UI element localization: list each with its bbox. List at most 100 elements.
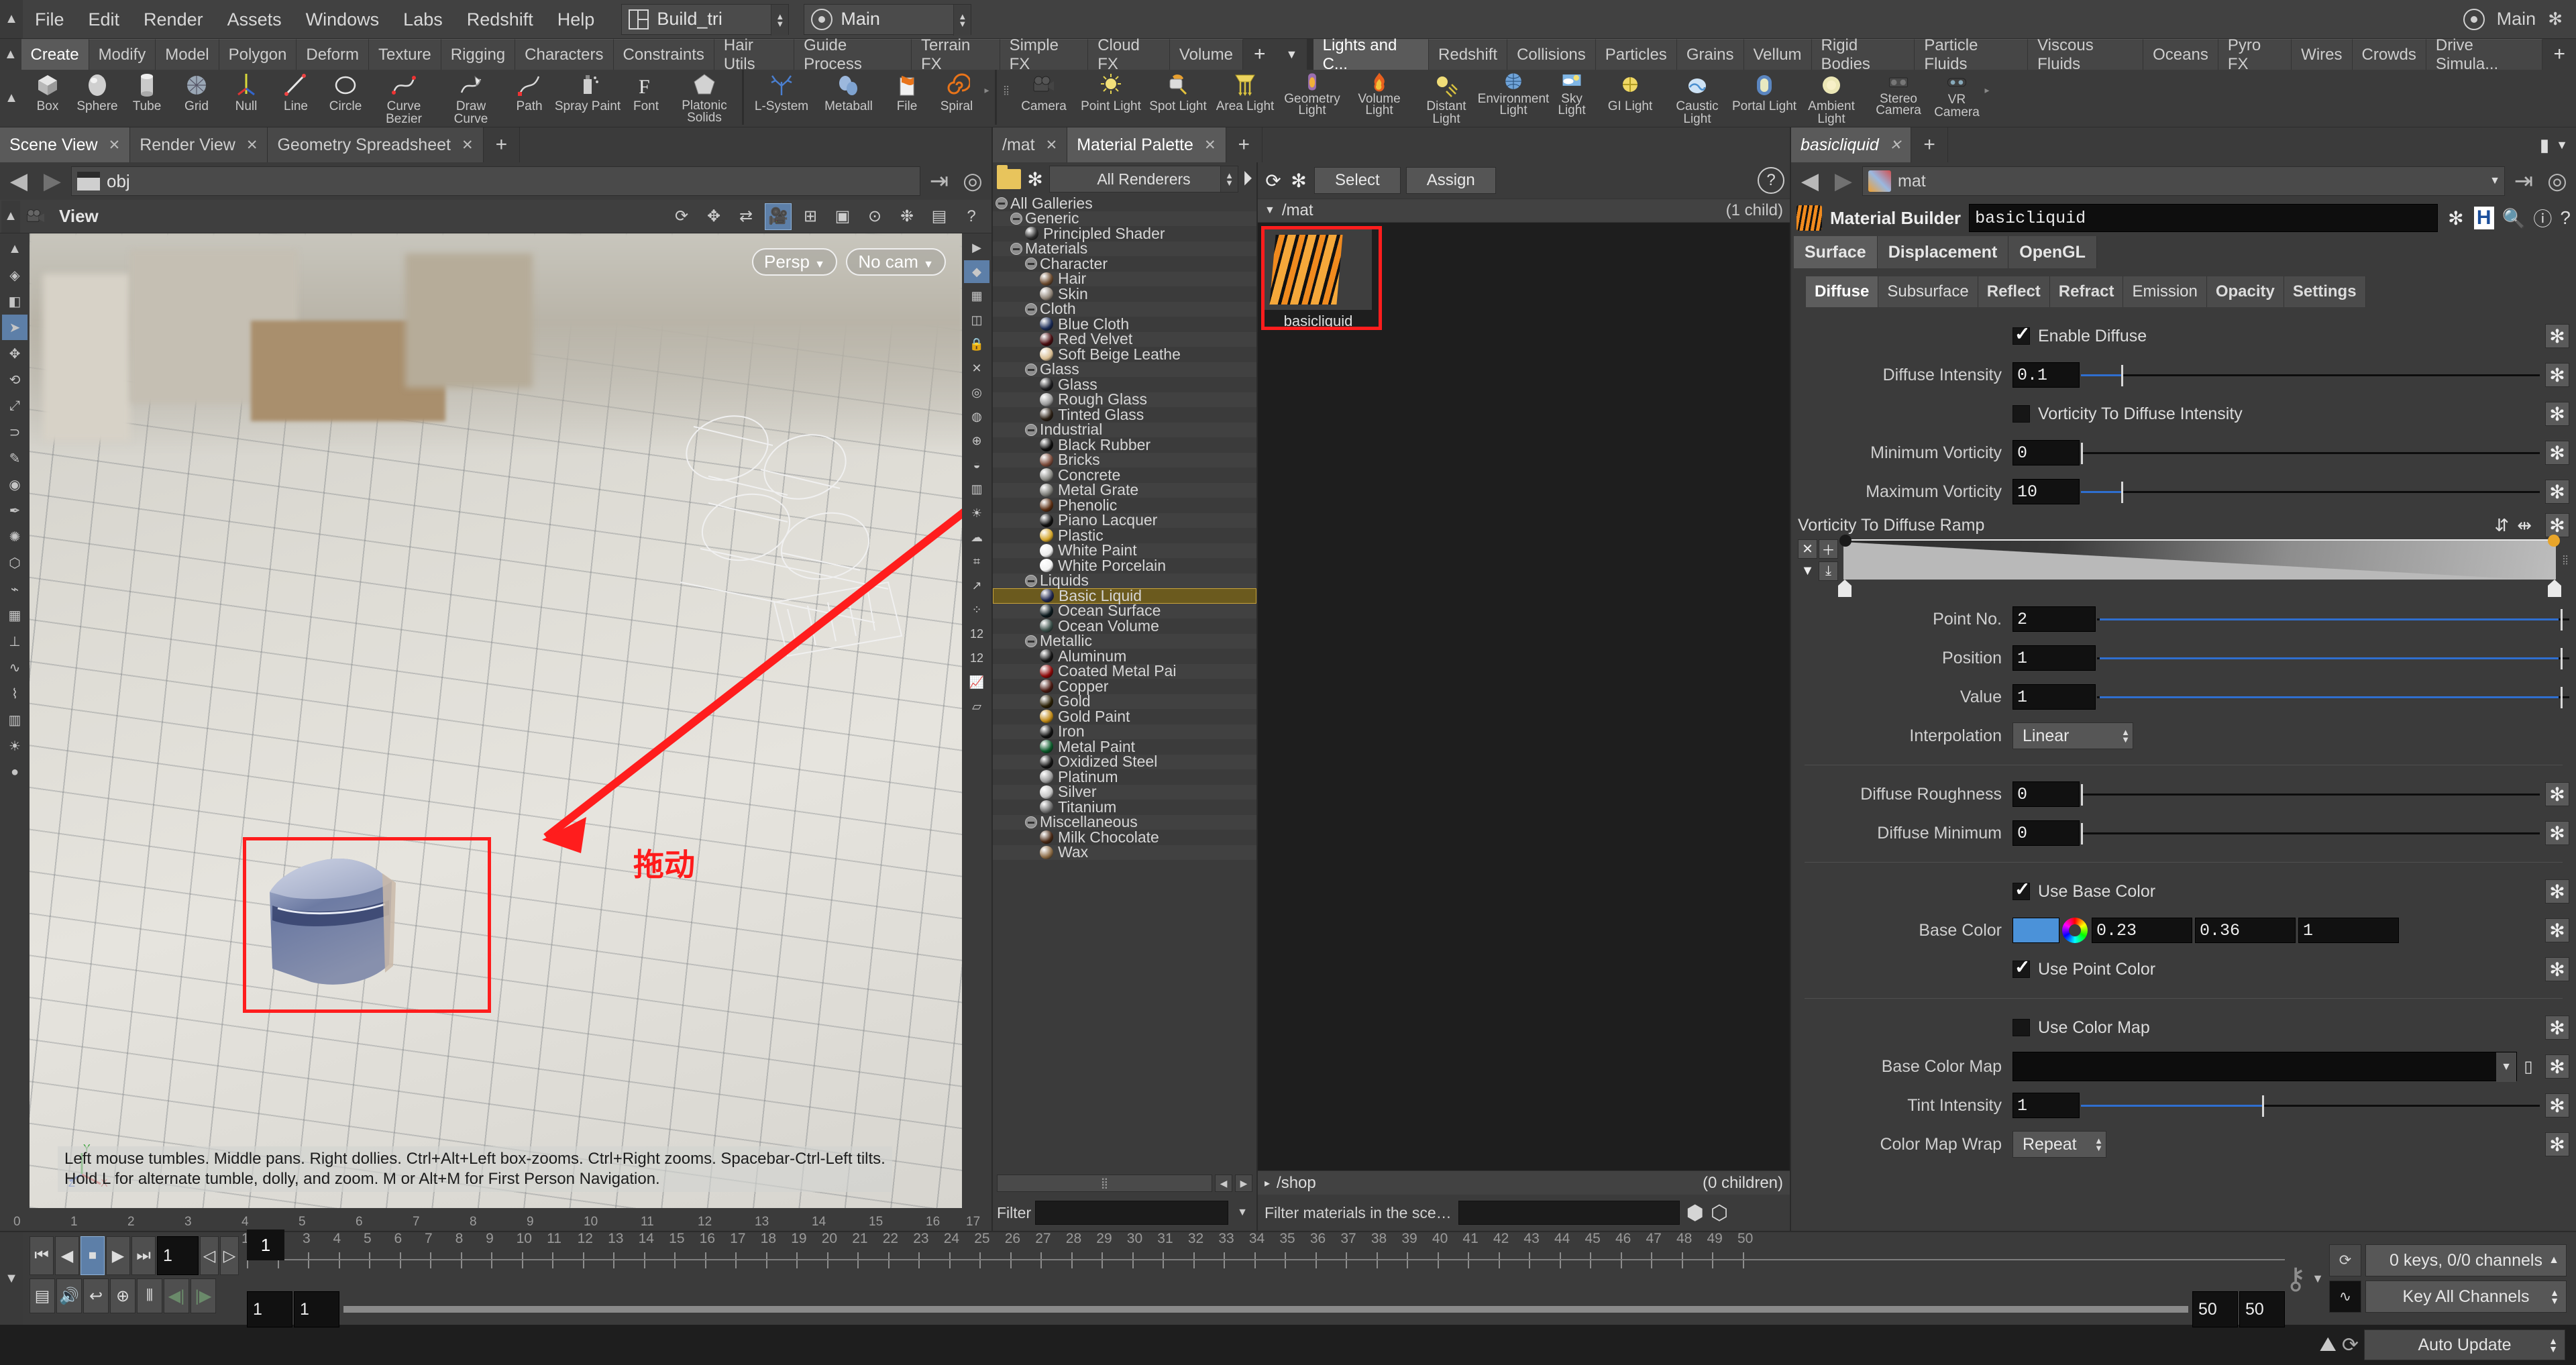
info-icon[interactable]: ⓘ — [2533, 205, 2552, 231]
tree-collapse-icon[interactable] — [1010, 212, 1022, 225]
tool-area-light[interactable]: Area Light — [1212, 70, 1279, 113]
filter-outline-icon[interactable]: ⬡ — [1711, 1201, 1728, 1225]
shelf-tools-collapse-icon[interactable]: ▲ — [0, 70, 23, 126]
tool-l-system[interactable]: L-System — [748, 70, 815, 113]
playbar-collapse-icon[interactable]: ▼ — [0, 1232, 23, 1325]
selection-mask-icon[interactable]: ◎ — [964, 381, 989, 404]
file-browse-icon[interactable]: ▯ — [2517, 1057, 2540, 1077]
param-gear-icon[interactable]: ✻ — [2545, 957, 2569, 981]
enable-diffuse-checkbox[interactable] — [2012, 323, 2030, 345]
gallery-material-row[interactable]: White Paint — [993, 541, 1256, 559]
shelf-tab-cloud-fx[interactable]: Cloud FX — [1088, 36, 1170, 73]
point-no-input[interactable]: 2 — [2012, 606, 2096, 632]
target-parameters-icon[interactable]: ◎ — [2542, 168, 2572, 195]
shelf-tab-polygon[interactable]: Polygon — [219, 39, 297, 70]
viewbar-collapse-icon[interactable]: ▲ — [1, 200, 20, 233]
tab-mat-context[interactable]: /mat ✕ — [993, 127, 1068, 162]
audio-icon[interactable]: 🔊 — [56, 1278, 82, 1313]
param-gear-icon[interactable]: ✻ — [2545, 402, 2569, 426]
use-color-map-checkbox[interactable] — [2012, 1019, 2030, 1036]
channel-list-icon[interactable]: ⟳ — [2329, 1244, 2361, 1276]
shelf-collapse-icon[interactable]: ▲ — [0, 39, 21, 70]
add-pane-tab-icon[interactable]: + — [1226, 127, 1263, 162]
param-gear-icon[interactable]: ✻ — [2545, 480, 2569, 504]
gallery-material-row[interactable]: White Porcelain — [993, 557, 1256, 574]
shelf-tab-guide-process[interactable]: Guide Process — [794, 36, 912, 73]
gallery-category-row[interactable]: Liquids — [993, 571, 1256, 589]
node-gear-icon[interactable]: ✻ — [2446, 208, 2466, 229]
stop-icon[interactable]: ⏹ — [80, 1236, 105, 1275]
edge-tool-icon[interactable]: ⌁ — [2, 576, 28, 602]
tab-surface[interactable]: Surface — [1794, 236, 1878, 268]
tool-camera[interactable]: Camera — [1010, 70, 1077, 113]
refresh-icon[interactable]: ⟳ — [1263, 170, 1283, 191]
gallery-material-row[interactable]: Coated Metal Pai — [993, 662, 1256, 679]
material-thumbnails-area[interactable]: basicliquid — [1258, 223, 1790, 1170]
shelf-tab-collisions[interactable]: Collisions — [1507, 39, 1596, 70]
range-start-icon[interactable]: ◀| — [164, 1278, 189, 1313]
ramp-gradient[interactable] — [1838, 535, 2561, 597]
tool-file[interactable]: File — [882, 70, 932, 113]
shelf-tab-pyro-fx[interactable]: Pyro FX — [2218, 36, 2292, 73]
rotate-tool-icon[interactable]: ⟲ — [2, 367, 28, 392]
shelf-right-overflow-icon[interactable]: ▸ — [1982, 70, 1991, 110]
pane-menu-icon[interactable]: ▼ — [2556, 138, 2568, 152]
tool-caustic-light[interactable]: Caustic Light — [1664, 70, 1731, 125]
tree-collapse-icon[interactable] — [1025, 423, 1037, 436]
current-frame-input[interactable]: 1 — [157, 1236, 199, 1275]
gallery-material-row[interactable]: Iron — [993, 722, 1256, 740]
search-icon[interactable]: 🔍 — [2502, 207, 2526, 229]
display-options-icon[interactable]: ❉ — [894, 203, 920, 230]
fog-display-icon[interactable]: ☁ — [964, 526, 989, 549]
gallery-material-row[interactable]: Basic Liquid — [993, 587, 1256, 604]
timeline-ruler[interactable]: 1234567891011121314151617181920212223242… — [241, 1231, 2285, 1274]
move-tool-icon[interactable]: ✥ — [2, 341, 28, 366]
palette-gear-icon[interactable]: ✻ — [1289, 170, 1309, 191]
tool-font[interactable]: F Font — [621, 70, 671, 113]
add-parameter-tab-icon[interactable]: + — [1911, 127, 1948, 162]
base-color-map-dropdown-icon[interactable]: ▼ — [2496, 1052, 2516, 1082]
shelf-tab-characters[interactable]: Characters — [515, 39, 614, 70]
gallery-material-row[interactable]: Black Rubber — [993, 436, 1256, 453]
gallery-material-row[interactable]: Skin — [993, 285, 1256, 303]
gallery-gear-icon[interactable]: ✻ — [1025, 169, 1045, 190]
vorticity-to-diffuse-intensity-checkbox[interactable] — [2012, 405, 2030, 423]
pane-help-icon[interactable]: ? — [958, 203, 985, 230]
point-no-slider[interactable] — [2097, 606, 2569, 632]
gallery-material-row[interactable]: Soft Beige Leathe — [993, 345, 1256, 363]
sculpt-tool-icon[interactable]: ✺ — [2, 524, 28, 549]
gallery-material-row[interactable]: Gold — [993, 692, 1256, 710]
tool-box[interactable]: Box — [23, 70, 72, 113]
tool-metaball[interactable]: Metaball — [815, 70, 882, 113]
tree-collapse-icon[interactable] — [1025, 303, 1037, 315]
gallery-material-row[interactable]: Piano Lacquer — [993, 511, 1256, 529]
renderer-filter-combo[interactable]: All Renderers ▲ ▼ — [1049, 166, 1238, 193]
tool-point-light[interactable]: Point Light — [1077, 70, 1144, 113]
timeline-track[interactable]: 1234567891011121314151617181920212223242… — [241, 1230, 2285, 1327]
brush-tool-icon[interactable]: ✒ — [2, 498, 28, 523]
gallery-category-row[interactable]: Generic — [993, 209, 1256, 227]
diffuse-roughness-input[interactable]: 0 — [2012, 781, 2080, 807]
gallery-material-row[interactable]: Concrete — [993, 466, 1256, 484]
pin-icon[interactable]: ⇥ — [924, 168, 954, 195]
tab-material-palette[interactable]: Material Palette ✕ — [1067, 127, 1226, 162]
path-dropdown-icon[interactable]: ▼ — [2489, 175, 2500, 187]
tool-spiral[interactable]: Spiral — [932, 70, 981, 113]
tool-distant-light[interactable]: Distant Light — [1413, 70, 1480, 125]
menu-file[interactable]: File — [23, 0, 76, 39]
tool-sphere[interactable]: Sphere — [72, 70, 122, 113]
wireframe-mode-icon[interactable]: ▦ — [964, 284, 989, 307]
ramp-handle-end[interactable] — [2548, 580, 2561, 597]
tool-environment-light[interactable]: Environment Light — [1478, 70, 1549, 117]
tool-stereo-camera[interactable]: Stereo Camera — [1865, 70, 1932, 117]
menu-labs[interactable]: Labs — [391, 0, 455, 39]
prim-numbers-icon[interactable]: 12 — [964, 647, 989, 669]
tree-collapse-icon[interactable] — [1025, 816, 1037, 828]
menu-assets[interactable]: Assets — [215, 0, 294, 39]
gallery-material-row[interactable]: Red Velvet — [993, 330, 1256, 347]
tab-basicliquid-params[interactable]: basicliquid ✕ — [1791, 127, 1912, 162]
uv-tool-icon[interactable]: ▦ — [2, 602, 28, 628]
desktop-spinner-icon[interactable]: ▲ ▼ — [771, 4, 789, 36]
menu-help[interactable]: Help — [545, 0, 607, 39]
viewport-3d[interactable]: 拖动 Persp ▼ No cam ▼ Y X Z — [30, 233, 962, 1208]
